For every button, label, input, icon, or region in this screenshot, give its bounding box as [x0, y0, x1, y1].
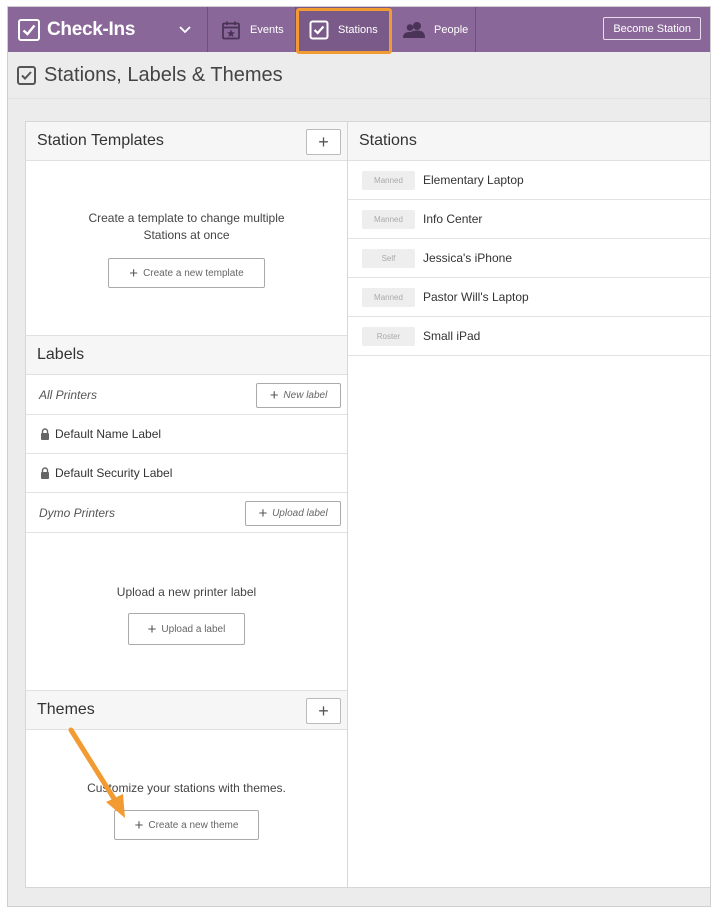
right-column: Stations Manned Elementary Laptop Manned… — [348, 122, 710, 887]
app-window: Check-Ins Events Stations People Become … — [7, 6, 711, 907]
upload-label-small-button[interactable]: + Upload label — [245, 501, 341, 526]
station-name: Pastor Will's Laptop — [423, 290, 529, 304]
upload-label-button[interactable]: + Upload a label — [128, 613, 245, 645]
table-row[interactable]: Roster Small iPad — [348, 317, 710, 356]
page-title: Stations, Labels & Themes — [44, 63, 283, 86]
app-title: Check-Ins — [47, 18, 136, 40]
list-item[interactable]: Default Security Label — [26, 454, 347, 493]
station-name: Small iPad — [423, 329, 481, 343]
page-header: Stations, Labels & Themes — [8, 52, 710, 99]
label-group-all-printers: All Printers + New label — [26, 375, 347, 415]
plus-icon: + — [147, 620, 157, 638]
station-templates-heading: Station Templates — [37, 132, 164, 149]
add-template-button[interactable]: + — [306, 129, 341, 155]
plus-icon: + — [269, 387, 279, 404]
checkins-logo-icon — [18, 18, 40, 41]
label-name: Default Name Label — [55, 427, 162, 441]
app-switcher[interactable]: Check-Ins — [8, 7, 208, 52]
upload-label-small-label: Upload label — [272, 508, 328, 519]
station-name: Elementary Laptop — [423, 173, 524, 187]
templates-empty-message: Create a template to change multiple Sta… — [26, 210, 347, 244]
lock-icon — [40, 467, 50, 479]
station-templates-body: Create a template to change multiple Sta… — [26, 161, 347, 336]
lock-icon — [40, 428, 50, 440]
table-row[interactable]: Manned Elementary Laptop — [348, 161, 710, 200]
top-nav: Check-Ins Events Stations People Become … — [8, 7, 710, 54]
upload-empty-message: Upload a new printer label — [116, 585, 257, 599]
themes-heading: Themes — [37, 701, 95, 718]
stations-tab-highlight — [296, 8, 392, 54]
station-templates-header: Station Templates + — [26, 122, 347, 161]
mode-badge: Manned — [362, 170, 415, 190]
stations-header: Stations — [348, 122, 710, 161]
group-name: Dymo Printers — [39, 505, 116, 520]
become-station-button[interactable]: Become Station — [603, 17, 701, 40]
templates-empty-line-2: Stations at once — [143, 228, 230, 242]
tab-events[interactable]: Events — [208, 7, 296, 52]
people-icon — [403, 21, 425, 39]
station-name: Info Center — [423, 212, 483, 226]
chevron-down-icon[interactable] — [179, 25, 191, 34]
label-name: Default Security Label — [55, 466, 173, 480]
create-theme-label: Create a new theme — [148, 819, 239, 831]
tab-people[interactable]: People — [390, 7, 476, 52]
annotation-arrow-icon — [68, 727, 125, 818]
labels-header: Labels — [26, 336, 347, 375]
templates-empty-line-1: Create a template to change multiple — [88, 211, 285, 225]
table-row[interactable]: Self Jessica's iPhone — [348, 239, 710, 278]
upload-label-label: Upload a label — [161, 623, 226, 635]
create-template-button[interactable]: + Create a new template — [108, 258, 265, 288]
calendar-star-icon — [221, 20, 241, 40]
tab-people-label: People — [434, 23, 469, 36]
new-label-button[interactable]: + New label — [256, 383, 341, 408]
label-group-dymo-printers: Dymo Printers + Upload label — [26, 493, 347, 533]
mode-badge: Self — [362, 248, 415, 268]
new-label-label: New label — [283, 390, 328, 401]
checkbox-icon — [17, 65, 36, 85]
mode-badge: Roster — [362, 326, 415, 346]
mode-badge: Manned — [362, 209, 415, 229]
add-theme-button[interactable]: + — [306, 698, 341, 724]
mode-badge: Manned — [362, 287, 415, 307]
plus-icon: + — [258, 505, 268, 522]
stations-heading: Stations — [359, 132, 417, 149]
table-row[interactable]: Manned Pastor Will's Laptop — [348, 278, 710, 317]
themes-header: Themes + — [26, 691, 347, 730]
tab-events-label: Events — [250, 23, 284, 36]
plus-icon: + — [129, 264, 139, 282]
labels-heading: Labels — [37, 346, 85, 363]
group-name: All Printers — [39, 387, 98, 402]
create-template-label: Create a new template — [143, 267, 244, 279]
table-row[interactable]: Manned Info Center — [348, 200, 710, 239]
dymo-empty-body: Upload a new printer label + Upload a la… — [26, 533, 347, 691]
station-name: Jessica's iPhone — [423, 251, 513, 265]
list-item[interactable]: Default Name Label — [26, 415, 347, 454]
